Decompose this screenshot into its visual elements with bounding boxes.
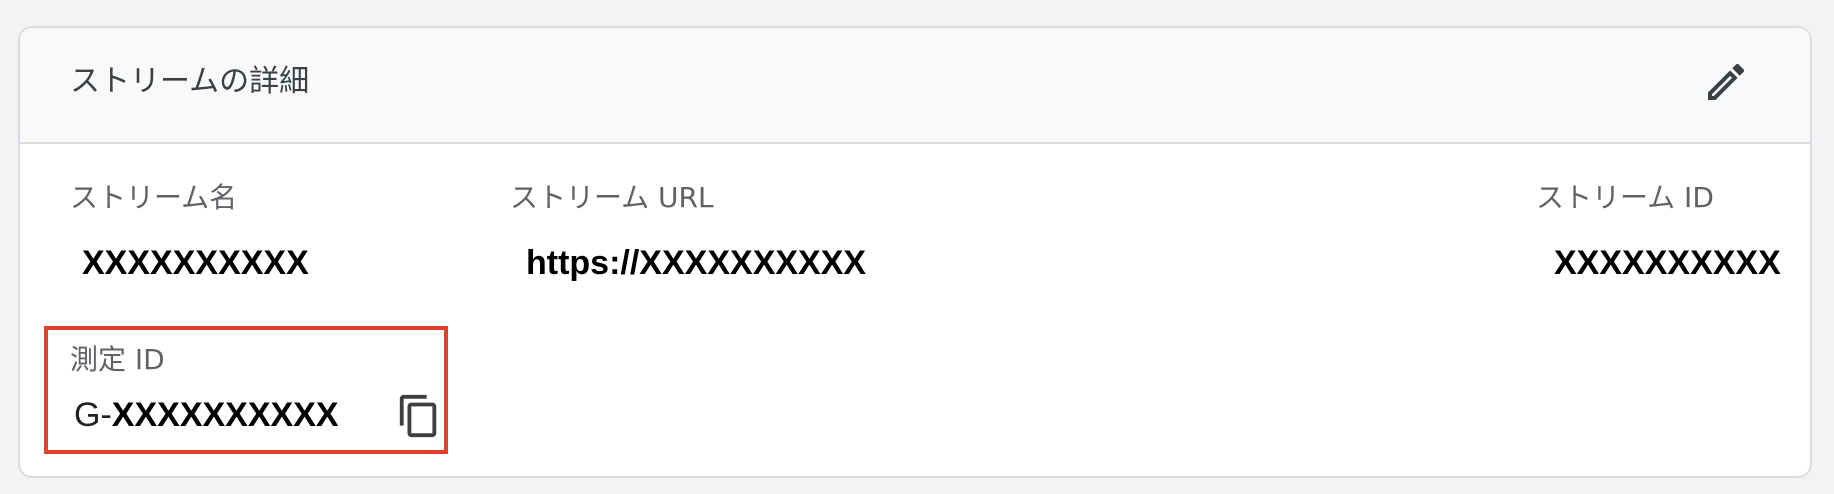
stream-name-label: ストリーム名 [70, 181, 238, 214]
stream-id-label: ストリーム ID [1536, 181, 1714, 214]
copy-button[interactable] [396, 392, 442, 440]
copy-icon [399, 394, 437, 438]
stream-url-value: https://XXXXXXXXXX [526, 244, 867, 282]
stream-url-label: ストリーム URL [510, 181, 714, 214]
measurement-id-prefix: G- [74, 396, 112, 434]
measurement-id-value[interactable]: G-XXXXXXXXXX [74, 394, 339, 436]
measurement-id-highlight: 測定 ID G-XXXXXXXXXX [44, 326, 448, 454]
pencil-icon [1708, 63, 1745, 100]
measurement-id-code: XXXXXXXXXX [111, 396, 339, 434]
stream-name-value: XXXXXXXXXX [82, 244, 309, 282]
stream-details-card: ストリームの詳細 ストリーム名 XXXXXXXXXX ストリーム URL htt… [18, 26, 1812, 478]
edit-button[interactable] [1702, 58, 1750, 106]
card-header: ストリームの詳細 [20, 28, 1810, 144]
card-title: ストリームの詳細 [70, 64, 310, 99]
stream-id-value: XXXXXXXXXX [1554, 244, 1781, 282]
measurement-id-label: 測定 ID [70, 343, 165, 376]
